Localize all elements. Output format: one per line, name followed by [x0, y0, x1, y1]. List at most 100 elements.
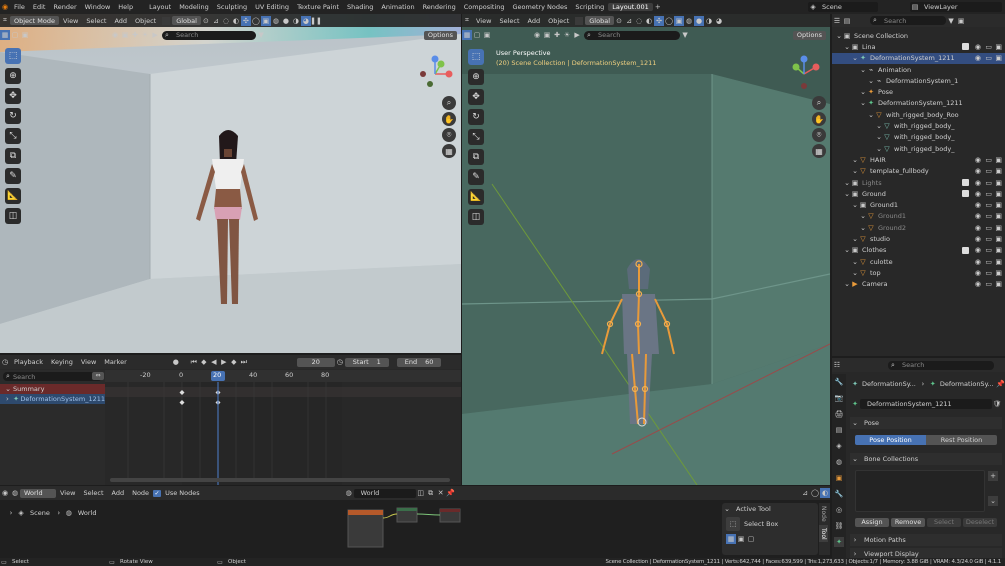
viewport-disable-icon[interactable]: ▭: [985, 224, 992, 232]
rv-filter-light-icon[interactable]: ☀: [562, 30, 572, 40]
scene-selector[interactable]: ◈ Scene: [808, 2, 878, 12]
rv-tool-rotate[interactable]: ↻: [468, 109, 484, 125]
tab-uv-editing[interactable]: UV Editing: [251, 3, 293, 11]
outliner-row[interactable]: ⌄ ✦ DeformationSystem_1211: [832, 98, 1005, 109]
mode-dropdown[interactable]: Object Mode: [10, 16, 59, 25]
collection-exclude-checkbox[interactable]: [962, 190, 969, 198]
visibility-eye-icon[interactable]: ◉: [975, 280, 981, 288]
render-disable-icon[interactable]: ▣: [995, 235, 1002, 243]
rv-tool-cursor[interactable]: ⊕: [468, 69, 484, 85]
collection-exclude-checkbox[interactable]: [962, 43, 969, 51]
menu-help[interactable]: Help: [114, 3, 137, 11]
lv-tool-rotate[interactable]: ↻: [5, 108, 21, 124]
tab-modeling[interactable]: Modeling: [175, 3, 213, 11]
rv-snap-icon[interactable]: ⊿: [624, 16, 634, 26]
rv-menu-select[interactable]: Select: [495, 17, 523, 25]
timeline-menu-keying[interactable]: Keying: [47, 358, 77, 366]
outliner-row[interactable]: ⌄ ▣ Scene Collection: [832, 30, 1005, 41]
viewport-display-expand-icon[interactable]: ›: [850, 549, 860, 558]
viewport-disable-icon[interactable]: ▭: [985, 190, 992, 198]
end-frame-field[interactable]: End 60: [396, 357, 441, 367]
timeline-dopesheet[interactable]: [105, 370, 461, 485]
menu-edit[interactable]: Edit: [29, 3, 50, 11]
viewport-disable-icon[interactable]: ▭: [985, 201, 992, 209]
lv-tool-cursor[interactable]: ⊕: [5, 68, 21, 84]
tab-scene-icon[interactable]: ◈: [834, 441, 844, 451]
outliner-row[interactable]: ⌄ ▽ studio ◉ ▭ ▣: [832, 233, 1005, 244]
outliner-row[interactable]: ⌄ ▣ Ground1 ◉ ▭ ▣: [832, 199, 1005, 210]
outliner-search-input[interactable]: ⌕ Search: [870, 16, 946, 25]
rv-material-icon[interactable]: ◑: [704, 16, 714, 26]
lv-axis-gizmo[interactable]: [415, 54, 455, 94]
mode-extend-icon[interactable]: ▣: [736, 534, 746, 544]
properties-pin-icon[interactable]: 📌: [996, 379, 1005, 389]
lv-filter-camera-icon[interactable]: ▶: [150, 30, 160, 40]
properties-editor-icon[interactable]: ☷: [832, 360, 842, 370]
lv-menu-add[interactable]: Add: [110, 17, 131, 25]
outliner-row[interactable]: ⌄ ▽ HAIR ◉ ▭ ▣: [832, 154, 1005, 165]
outliner-row[interactable]: ⌄ ▶ Camera ◉ ▭ ▣: [832, 279, 1005, 290]
assign-button[interactable]: Assign: [855, 517, 889, 527]
ne-view-icon[interactable]: ◐: [820, 488, 830, 498]
visibility-eye-icon[interactable]: ◉: [975, 224, 981, 232]
tab-physics-icon[interactable]: ◎: [834, 505, 844, 515]
lv-proportional-icon[interactable]: ◌: [221, 16, 231, 26]
rv-menu-object[interactable]: Object: [544, 17, 573, 25]
visibility-eye-icon[interactable]: ◉: [975, 235, 981, 243]
visibility-eye-icon[interactable]: ◉: [975, 269, 981, 277]
lv-select-box-icon[interactable]: ▦: [0, 30, 10, 40]
ne-snap-icon[interactable]: ⊿: [800, 488, 810, 498]
lv-camera-view-icon[interactable]: ⌾: [442, 128, 456, 142]
lv-overlay-icon[interactable]: ◯: [251, 16, 261, 26]
breadcrumb-scene[interactable]: Scene: [26, 509, 54, 517]
rv-proportional-icon[interactable]: ◌: [634, 16, 644, 26]
viewport-disable-icon[interactable]: ▭: [985, 43, 992, 51]
outliner-row[interactable]: ⌄ ▽ culotte ◉ ▭ ▣: [832, 256, 1005, 267]
outliner-row[interactable]: ⌄ ▽ with_rigged_body_Roo: [832, 109, 1005, 120]
select-button[interactable]: Select: [927, 517, 961, 527]
ruler-tick-20[interactable]: 20: [213, 371, 221, 379]
select-box-tool-icon[interactable]: ⬚: [726, 517, 740, 531]
tab-tool-icon[interactable]: 🔧: [834, 377, 844, 387]
rv-gizmo-icon[interactable]: ✣: [654, 15, 665, 26]
bone-collection-menu-icon[interactable]: ⌄: [988, 496, 998, 506]
rv-zoom-icon[interactable]: ⌕: [812, 96, 826, 110]
lv-snap-icon[interactable]: ⊿: [211, 16, 221, 26]
render-disable-icon[interactable]: ▣: [995, 224, 1002, 232]
add-bone-collection-icon[interactable]: +: [988, 471, 998, 481]
rv-xray-icon[interactable]: ▣: [674, 15, 685, 26]
prev-key-icon[interactable]: ◆: [199, 357, 209, 367]
rv-search-input[interactable]: ⌕ Search: [584, 30, 680, 40]
tab-constraints-icon[interactable]: ⛓: [834, 521, 844, 531]
world-datablock-field[interactable]: World: [353, 488, 416, 498]
lv-filter-mesh-icon[interactable]: ▣: [120, 30, 130, 40]
tab-output-icon[interactable]: 🖨: [834, 409, 844, 419]
panel-collapse-icon[interactable]: ⌄: [722, 504, 732, 514]
current-frame-field[interactable]: 20: [296, 357, 335, 367]
ne-menu-select[interactable]: Select: [79, 489, 107, 497]
armature-fake-user-icon[interactable]: 🛡: [992, 399, 1002, 409]
use-nodes-checkbox[interactable]: ✓: [153, 489, 162, 497]
tab-rendering[interactable]: Rendering: [419, 3, 460, 11]
rv-ortho-icon[interactable]: ▦: [812, 144, 826, 158]
visibility-eye-icon[interactable]: ◉: [975, 179, 981, 187]
rv-orientation-dropdown[interactable]: Global: [585, 16, 615, 25]
rv-tool-transform[interactable]: ⧉: [468, 149, 484, 165]
lv-pan-icon[interactable]: ✋: [442, 112, 456, 126]
lv-search-input[interactable]: ⌕ Search: [162, 30, 256, 40]
ne-menu-view[interactable]: View: [56, 489, 79, 497]
lv-visibility-icon[interactable]: ◐: [231, 16, 241, 26]
timeline-summary-row[interactable]: ⌄ Summary: [0, 384, 105, 394]
lv-tool-move[interactable]: ✥: [5, 88, 21, 104]
rv-filter-color-icon[interactable]: ◉: [532, 30, 542, 40]
outliner-row[interactable]: ⌄ ▣ Lights ◉ ▭ ▣: [832, 177, 1005, 188]
lv-select-extend-icon[interactable]: ▣: [20, 30, 30, 40]
outliner-row[interactable]: ⌄ ▽ with_rigged_body_: [832, 143, 1005, 154]
lv-options-button[interactable]: Options: [423, 30, 457, 40]
rv-tool-add-cube[interactable]: ◫: [468, 209, 484, 225]
outliner-row[interactable]: ⌄ ▣ Lina ◉ ▭ ▣: [832, 41, 1005, 52]
pose-section-header[interactable]: ⌄ Pose: [850, 417, 1002, 429]
visibility-eye-icon[interactable]: ◉: [975, 43, 981, 51]
pose-collapse-icon[interactable]: ⌄: [850, 418, 860, 428]
outliner-row[interactable]: ⌄ ⌁ DeformationSystem_1: [832, 75, 1005, 86]
